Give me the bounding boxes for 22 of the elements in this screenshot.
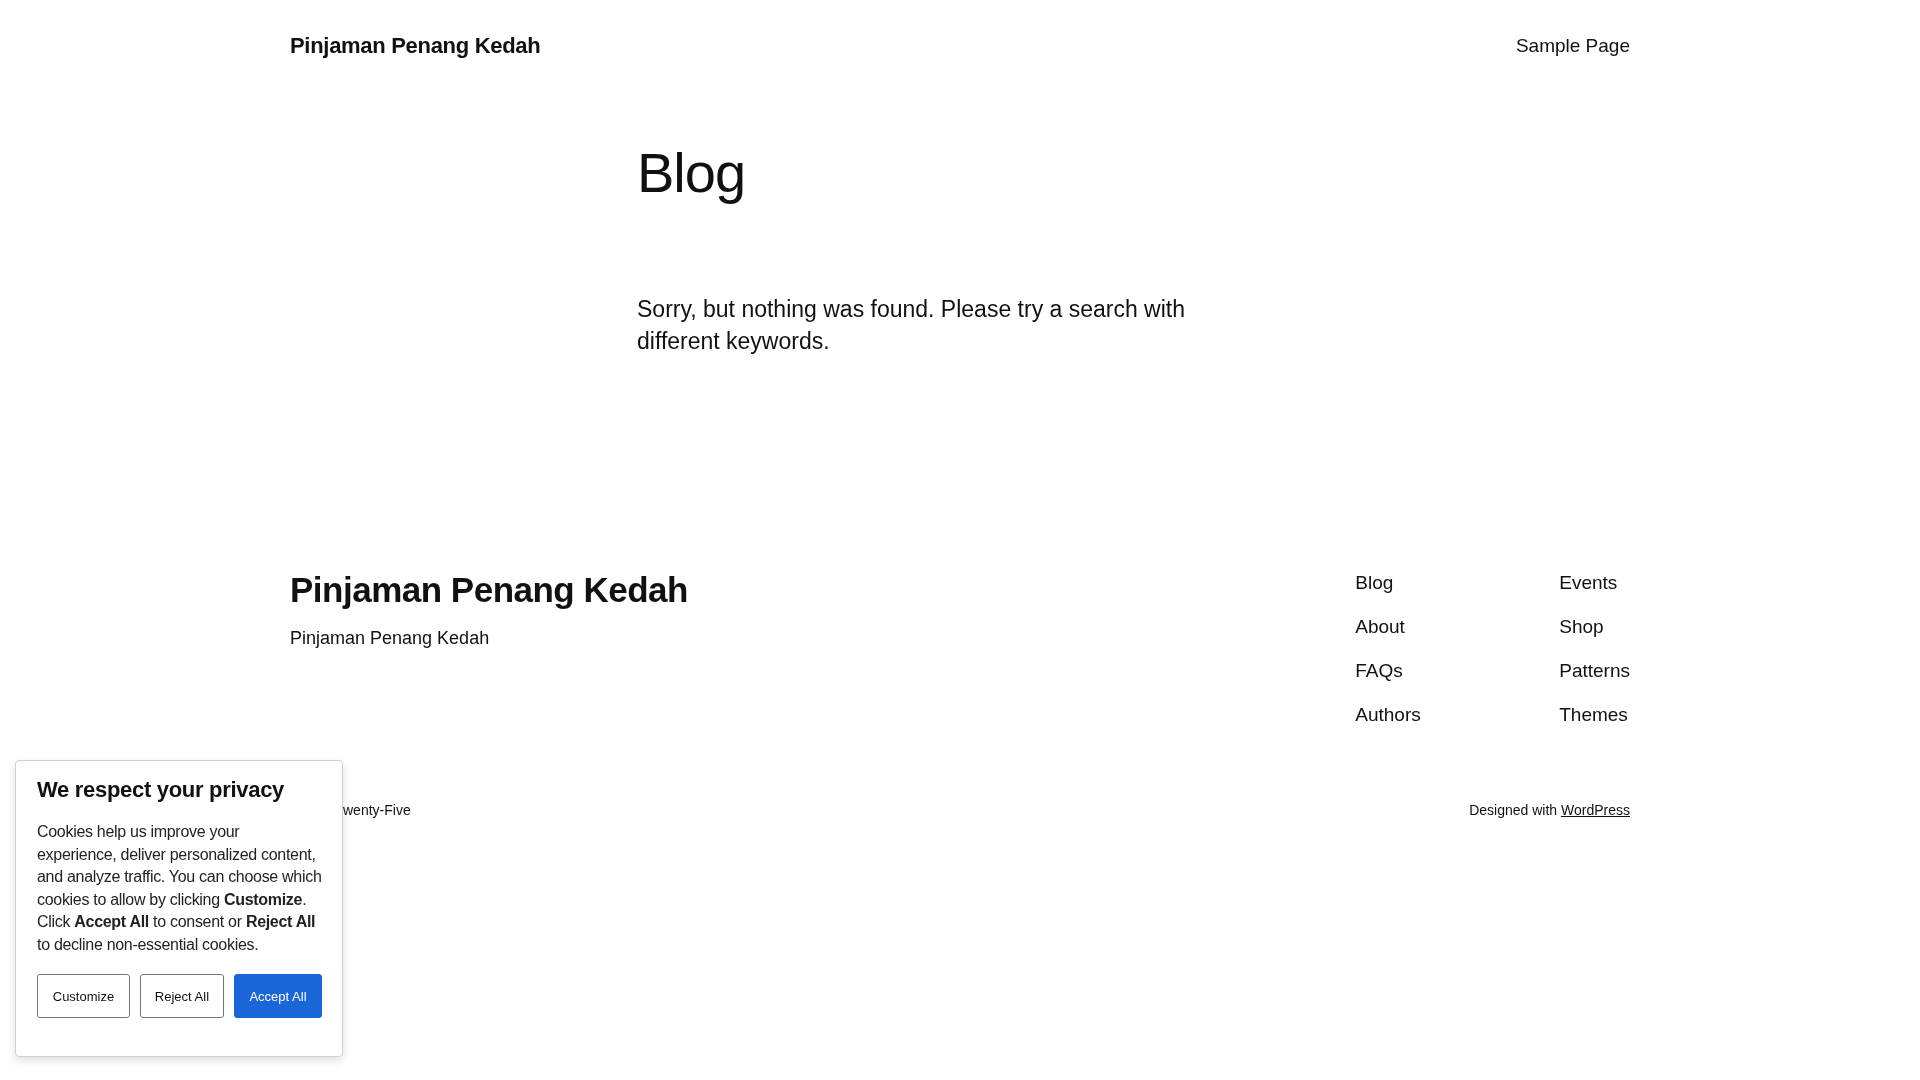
footer-nav-link[interactable]: Shop [1559, 614, 1630, 639]
consent-button[interactable]: Customize [37, 974, 130, 1018]
banner-text: Cookies help us improve your experience, deliver personalized content, and analyze traffic. You can choose which cookies to allow by clicking Customize. Click Accept All to consent or Reject All to decline non-essential cookies. [37, 822, 322, 955]
theme-credit: wenty-Five [343, 802, 411, 818]
footer-nav-link[interactable]: Events [1559, 570, 1630, 595]
footer-nav-link[interactable]: Themes [1559, 702, 1630, 727]
wordpress-link[interactable]: WordPress [1561, 802, 1630, 818]
site-tagline: Pinjaman Penang Kedah [290, 628, 491, 649]
accept-button[interactable]: Accept All [234, 974, 322, 1018]
designed-with-text: Designed with WordPress [1469, 802, 1630, 818]
footer-nav-link[interactable]: FAQs [1355, 658, 1560, 683]
no-results-message: Sorry, but nothing was found. Please try a search with different keywords. [637, 295, 1187, 356]
footer-nav-link[interactable]: Blog [1355, 570, 1560, 595]
site-title[interactable]: Pinjaman Penang Kedah [290, 33, 541, 59]
page-heading: Blog [637, 140, 747, 205]
footer-site-title[interactable]: Pinjaman Penang Kedah [290, 570, 688, 610]
footer-nav-link[interactable]: About [1355, 614, 1560, 639]
banner-title: We respect your privacy [37, 777, 286, 803]
consent-button[interactable]: Reject All [139, 974, 224, 1018]
nav-link[interactable]: Sample Page [1515, 35, 1630, 57]
footer-nav-link[interactable]: Patterns [1559, 658, 1630, 683]
footer-nav-link[interactable]: Authors [1355, 702, 1560, 727]
